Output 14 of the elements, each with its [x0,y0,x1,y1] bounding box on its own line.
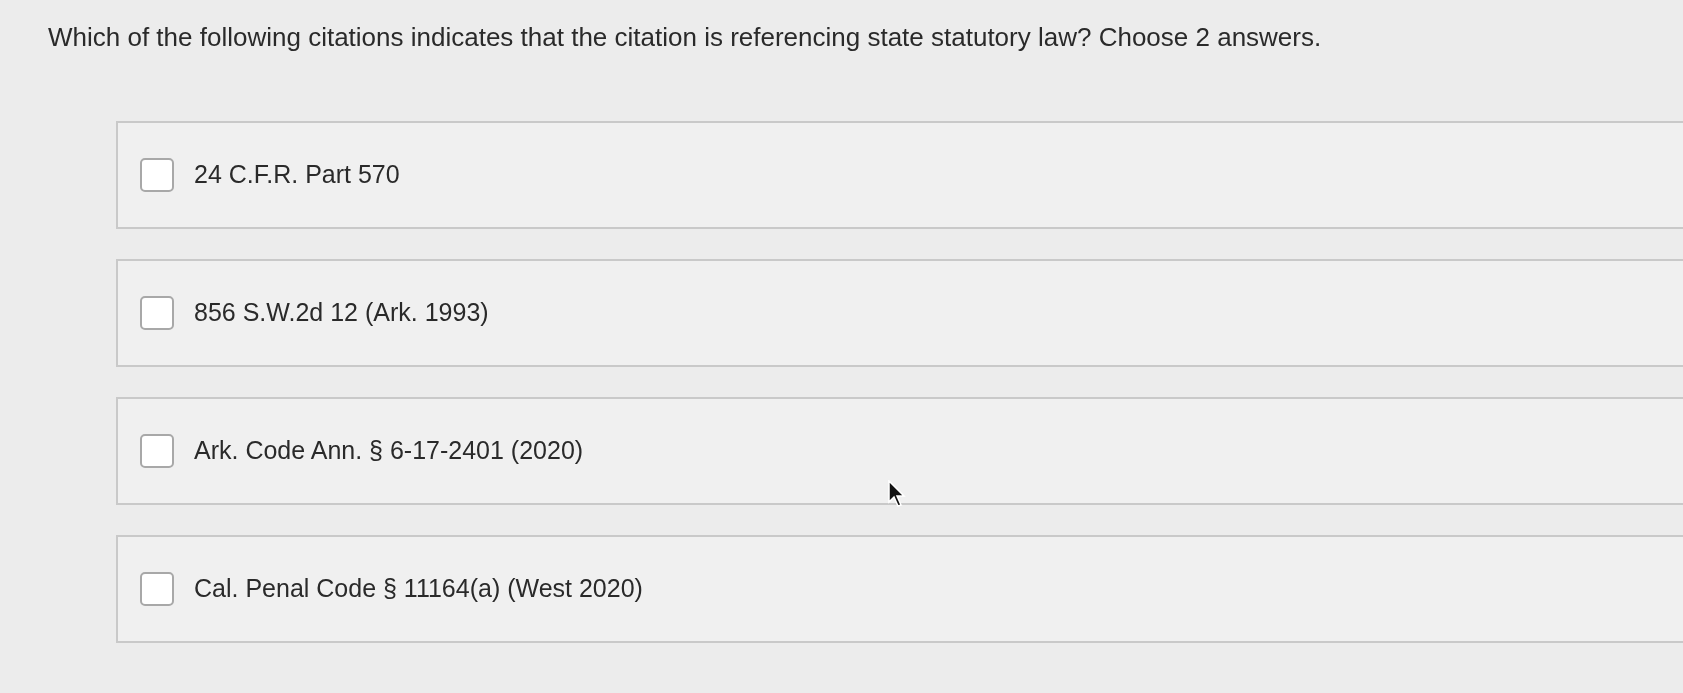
checkbox[interactable] [140,572,174,606]
answer-option[interactable]: Ark. Code Ann. § 6-17-2401 (2020) [116,397,1683,505]
answer-option[interactable]: 24 C.F.R. Part 570 [116,121,1683,229]
answer-option[interactable]: Cal. Penal Code § 11164(a) (West 2020) [116,535,1683,643]
option-label: Ark. Code Ann. § 6-17-2401 (2020) [194,435,584,467]
option-label: 24 C.F.R. Part 570 [194,159,400,191]
question-text: Which of the following citations indicates that the citation is referencing state statutory law? Choose 2 answers. [48,21,1323,54]
option-label: Cal. Penal Code § 11164(a) (West 2020) [194,573,643,605]
checkbox[interactable] [140,434,174,468]
cursor-icon [888,480,908,508]
checkbox[interactable] [140,296,174,330]
answer-option[interactable]: 856 S.W.2d 12 (Ark. 1993) [116,259,1683,367]
checkbox[interactable] [140,158,174,192]
option-label: 856 S.W.2d 12 (Ark. 1993) [194,297,489,329]
